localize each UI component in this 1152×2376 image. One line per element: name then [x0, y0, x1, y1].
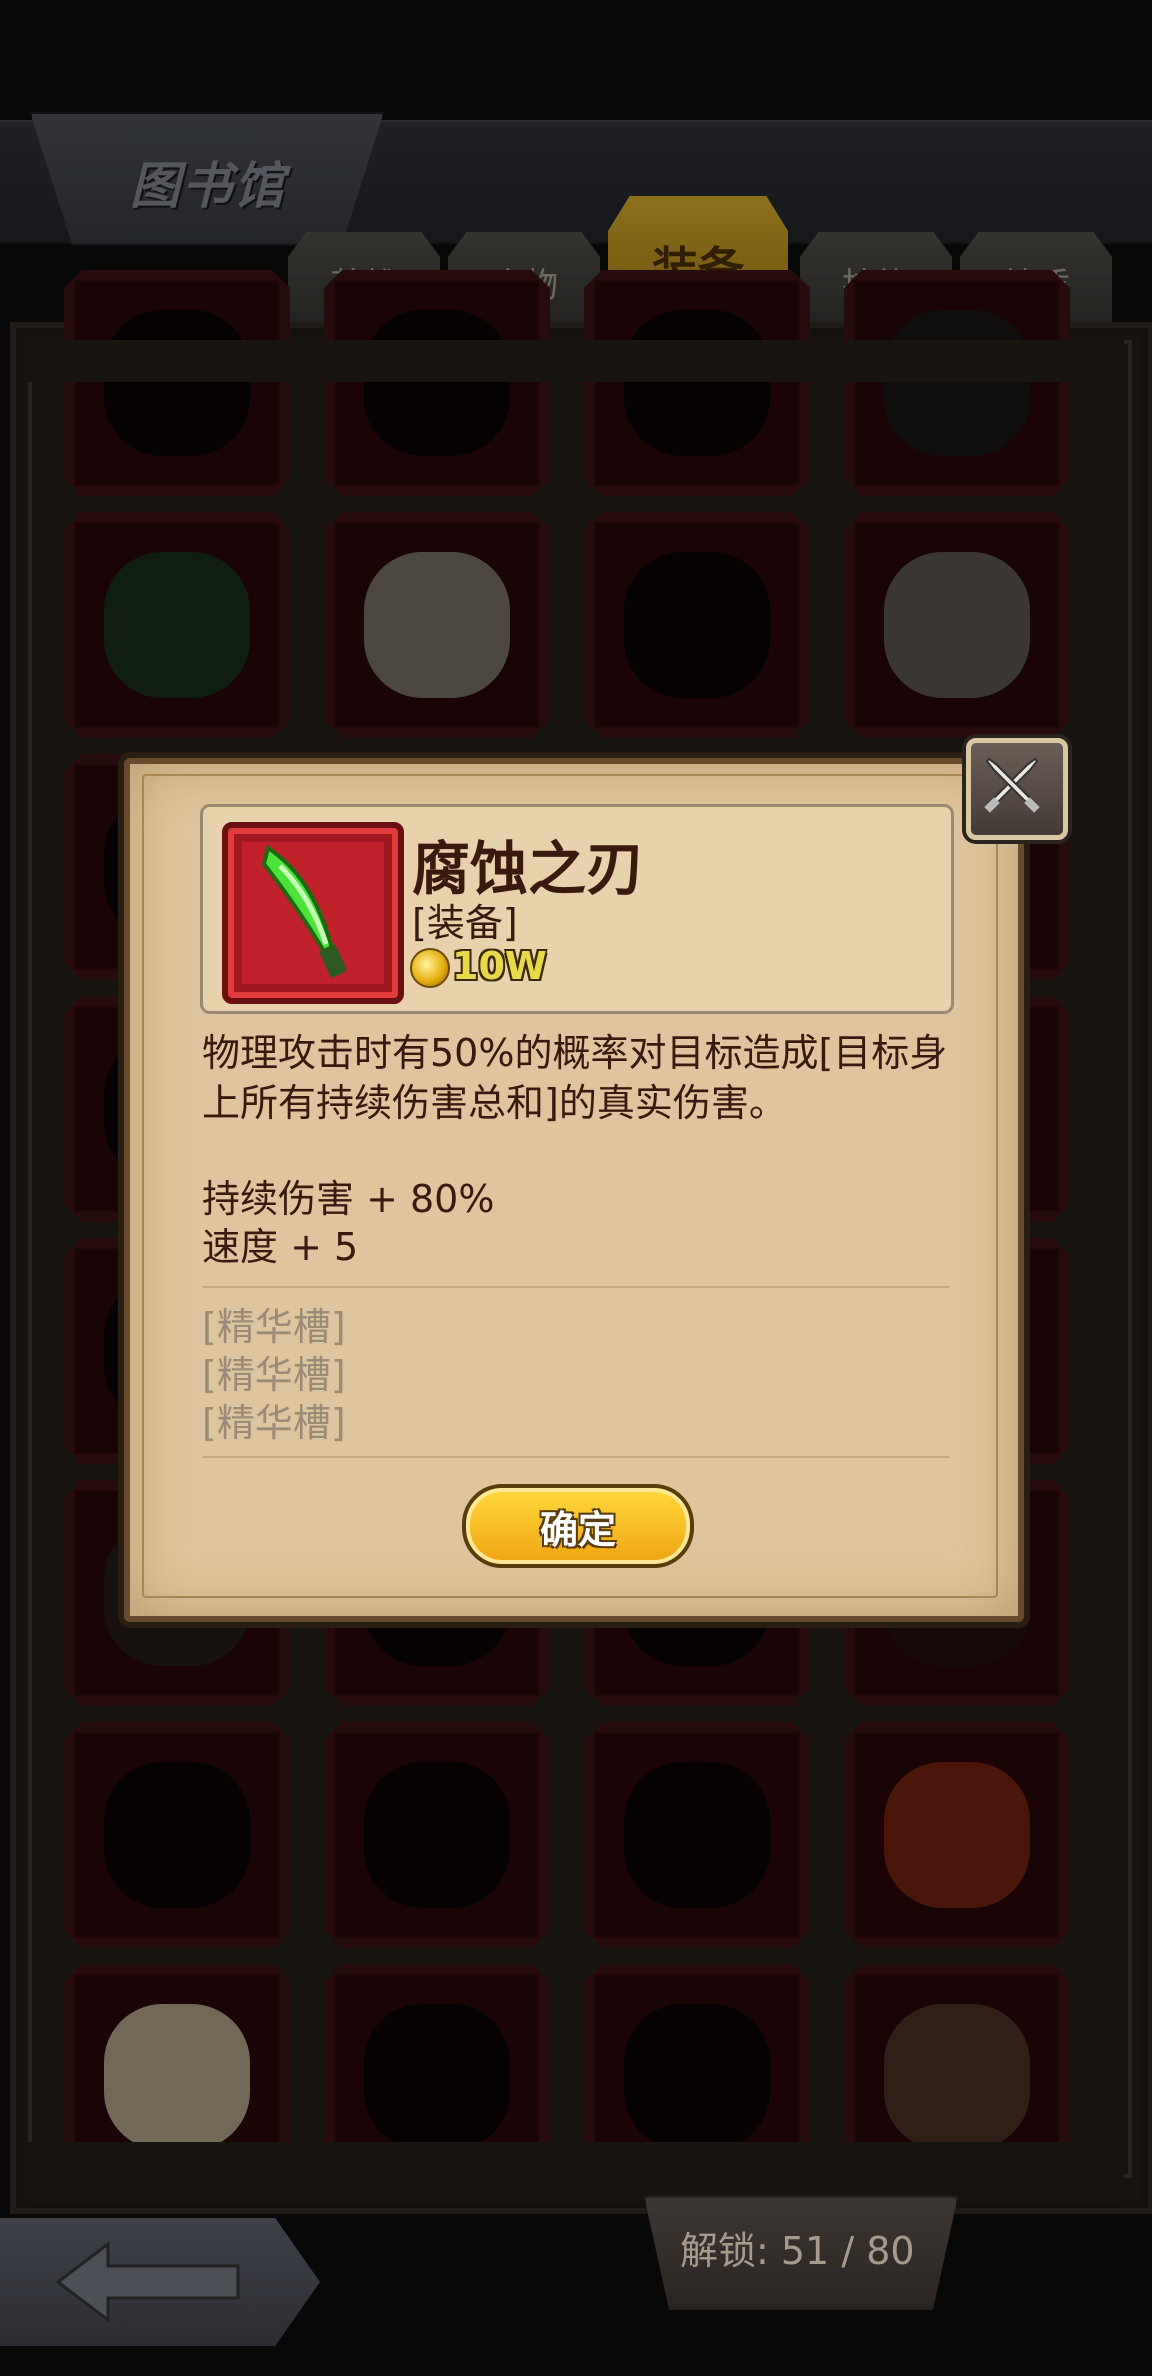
- back-button[interactable]: [0, 2218, 320, 2346]
- gold-coin-icon: [410, 948, 450, 988]
- stat-line: 速度 + 5: [202, 1225, 359, 1269]
- confirm-button[interactable]: 确定: [462, 1484, 694, 1568]
- close-icon: [984, 757, 1040, 813]
- close-button[interactable]: [966, 738, 1068, 840]
- item-type: [装备]: [412, 901, 518, 945]
- essence-slot: [精华槽]: [202, 1401, 346, 1445]
- divider: [202, 1286, 950, 1288]
- essence-slot: [精华槽]: [202, 1305, 346, 1349]
- item-price: 10W: [452, 944, 547, 988]
- item-icon-frame: [222, 822, 404, 1004]
- essence-slot: [精华槽]: [202, 1353, 346, 1397]
- divider: [202, 1456, 950, 1458]
- unlock-progress: 解锁: 51 / 80: [680, 2229, 915, 2273]
- corroded-blade-icon: [261, 844, 347, 978]
- stat-line: 持续伤害 + 80%: [202, 1177, 495, 1221]
- item-description: 物理攻击时有50%的概率对目标造成[目标身上所有持续伤害总和]的真实伤害。: [202, 1031, 948, 1125]
- back-arrow-icon: [55, 2240, 240, 2324]
